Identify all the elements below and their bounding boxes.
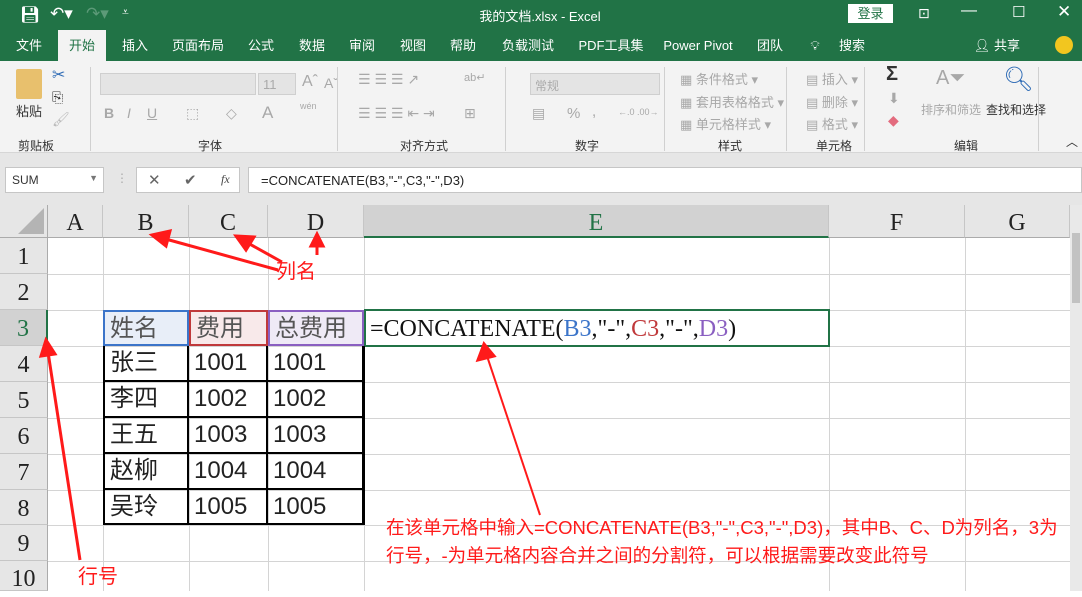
arrow-to-b	[161, 236, 279, 272]
arrowhead-c	[232, 234, 257, 253]
arrowhead-d	[308, 230, 326, 248]
arrowhead-e3	[475, 341, 497, 363]
column-name-annotation: 列名	[276, 261, 316, 283]
arrow-to-row3	[46, 351, 82, 561]
row-number-annotation: 行号	[78, 566, 118, 588]
annotation-arrows	[38, 228, 541, 561]
explanation-annotation: 在该单元格中输入=CONCATENATE(B3,"-",C3,"-",D3)，其…	[386, 517, 1058, 566]
arrow-to-e3	[486, 355, 541, 516]
arrowhead-b	[148, 228, 173, 249]
arrowhead-row3	[38, 336, 58, 358]
